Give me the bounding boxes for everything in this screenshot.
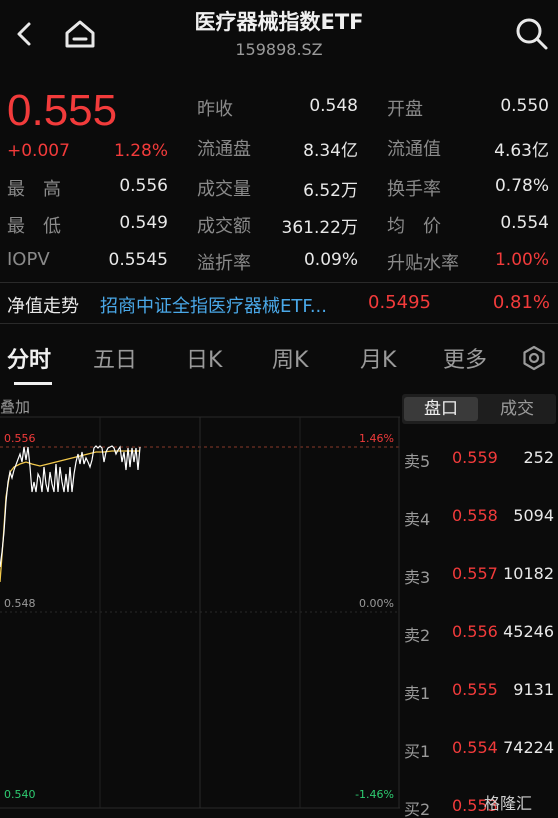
y-axis-mid-price: 0.548 — [4, 597, 36, 610]
orderbook-side: 卖5 — [404, 452, 431, 471]
orderbook-price: 0.557 — [452, 564, 498, 583]
top-bar: 医疗器械指数ETF 159898.SZ — [0, 0, 558, 72]
value-high: 0.556 — [119, 176, 168, 196]
tab-monthly-k[interactable]: 月K — [360, 342, 396, 374]
orderbook-volume: 9131 — [513, 680, 554, 699]
value-turnover-rate: 0.78% — [494, 176, 549, 196]
nav-value: 0.5495 — [368, 292, 431, 313]
orderbook-volume: 45246 — [503, 622, 554, 641]
label-open: 开盘 — [387, 99, 423, 120]
value-amount: 361.22万 — [281, 218, 358, 238]
value-low: 0.549 — [119, 213, 168, 233]
label-amount: 成交额 — [197, 216, 251, 237]
orderbook-row[interactable]: 卖3 0.557 10182 — [402, 562, 558, 587]
quote-panel: 0.555 +0.007 1.28% 昨收 0.548 开盘 0.550 流通盘… — [0, 78, 558, 278]
intraday-chart[interactable]: 叠加 0.556 1.46% 0.548 0.00% 0.540 -1.46% — [0, 392, 400, 818]
orderbook-side: 卖2 — [404, 626, 431, 645]
chart-tabs: 分时 五日 日K 周K 月K 更多 — [0, 332, 558, 386]
orderbook-side: 卖1 — [404, 684, 431, 703]
value-basis-rate: 1.00% — [494, 250, 549, 270]
nav-fund-name[interactable]: 招商中证全指医疗器械ETF... — [100, 292, 327, 318]
value-premium-rate: 0.09% — [303, 250, 358, 270]
orderbook-side: 买2 — [404, 800, 431, 818]
tab-more[interactable]: 更多 — [443, 342, 487, 374]
label-iopv: IOPV — [7, 249, 50, 270]
orderbook-side: 卖3 — [404, 568, 431, 587]
orderbook-price: 0.559 — [452, 448, 498, 467]
label-basis-rate: 升贴水率 — [387, 253, 459, 274]
orderbook-price: 0.555 — [452, 680, 498, 699]
tab-trades[interactable]: 成交 — [480, 397, 554, 421]
orderbook-side: 卖4 — [404, 510, 431, 529]
value-iopv: 0.5545 — [108, 250, 168, 270]
label-low: 最 低 — [7, 216, 61, 237]
orderbook-price: 0.556 — [452, 622, 498, 641]
label-float-shares: 流通盘 — [197, 139, 251, 160]
tab-weekly-k[interactable]: 周K — [272, 342, 308, 374]
page-title: 医疗器械指数ETF — [194, 10, 364, 34]
orderbook-price: 0.554 — [452, 738, 498, 757]
value-volume: 6.52万 — [303, 181, 358, 201]
y-axis-top-price: 0.556 — [4, 432, 36, 445]
orderbook-volume: 5094 — [513, 506, 554, 525]
orderbook-row[interactable]: 买2 0.553 — [402, 794, 558, 818]
orderbook-row[interactable]: 卖4 0.558 5094 — [402, 504, 558, 529]
orderbook-row[interactable]: 买1 0.554 74224 — [402, 736, 558, 761]
label-float-value: 流通值 — [387, 139, 441, 160]
orderbook-tabs: 盘口 成交 — [402, 394, 556, 424]
orderbook-row[interactable]: 卖1 0.555 9131 — [402, 678, 558, 703]
label-prev-close: 昨收 — [197, 99, 233, 120]
search-icon[interactable] — [514, 16, 550, 52]
tab-daily-k[interactable]: 日K — [186, 342, 222, 374]
value-open: 0.550 — [500, 96, 549, 116]
orderbook-volume: 252 — [523, 448, 554, 467]
orderbook-volume: 74224 — [503, 738, 554, 757]
value-avg-price: 0.554 — [500, 213, 549, 233]
orderbook-side: 买1 — [404, 742, 431, 761]
nav-pct: 0.81% — [492, 292, 550, 313]
orderbook-row[interactable]: 卖2 0.556 45246 — [402, 620, 558, 645]
label-high: 最 高 — [7, 179, 61, 200]
nav-trend-label: 净值走势 — [7, 296, 79, 317]
label-avg-price: 均 价 — [387, 216, 441, 237]
orderbook-volume: 10182 — [503, 564, 554, 583]
label-volume: 成交量 — [197, 179, 251, 200]
intraday-chart-svg: 0.556 1.46% 0.548 0.00% 0.540 -1.46% — [0, 416, 400, 809]
orderbook-price: 0.558 — [452, 506, 498, 525]
settings-gear-icon[interactable] — [520, 344, 548, 372]
y-axis-bottom-price: 0.540 — [4, 788, 36, 801]
tab-five-day[interactable]: 五日 — [93, 342, 137, 374]
label-turnover-rate: 换手率 — [387, 179, 441, 200]
price-change-pct: 1.28% — [114, 141, 169, 161]
label-premium-rate: 溢折率 — [197, 253, 251, 274]
value-float-value: 4.63亿 — [494, 141, 549, 161]
price-change: +0.007 — [7, 141, 70, 161]
value-prev-close: 0.548 — [309, 96, 358, 116]
nav-trend-row[interactable]: 净值走势 招商中证全指医疗器械ETF... 0.5495 0.81% — [0, 282, 558, 324]
y-axis-bottom-pct: -1.46% — [355, 788, 394, 801]
last-price: 0.555 — [7, 86, 118, 135]
tab-orderbook[interactable]: 盘口 — [404, 397, 478, 421]
y-axis-top-pct: 1.46% — [359, 432, 394, 445]
orderbook-row[interactable]: 卖5 0.559 252 — [402, 446, 558, 471]
watermark-logo: 格隆汇 — [484, 794, 533, 813]
active-tab-indicator — [14, 382, 52, 385]
tab-intraday[interactable]: 分时 — [7, 342, 51, 374]
y-axis-mid-pct: 0.00% — [359, 597, 394, 610]
value-float-shares: 8.34亿 — [303, 141, 358, 161]
stock-code: 159898.SZ — [235, 40, 323, 59]
